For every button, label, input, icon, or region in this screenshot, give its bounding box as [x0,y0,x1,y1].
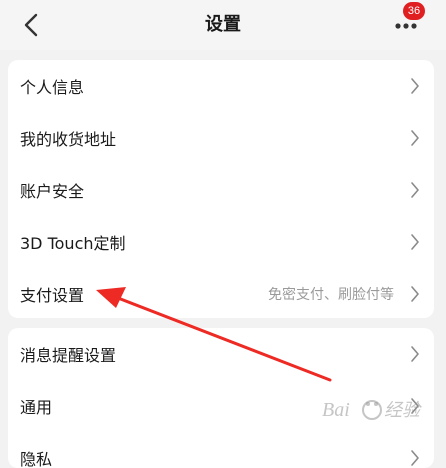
settings-item-label: 消息提醒设置 [20,346,117,365]
settings-item-notifications[interactable]: 消息提醒设置 [8,328,434,380]
settings-item-label: 隐私 [20,450,53,468]
settings-item-label: 通用 [20,398,53,417]
notification-badge: 36 [403,2,425,20]
settings-item-3d-touch[interactable]: 3D Touch定制 [8,216,434,268]
settings-item-payment[interactable]: 支付设置 免密支付、刷脸付等 [8,268,434,318]
settings-item-subtitle: 免密支付、刷脸付等 [268,287,394,303]
settings-item-account-security[interactable]: 账户安全 [8,164,434,216]
settings-item-label: 我的收货地址 [20,130,117,149]
chevron-right-icon [411,182,419,198]
chevron-right-icon [411,130,419,146]
settings-item-label: 支付设置 [20,286,85,305]
svg-text:经验: 经验 [384,400,422,420]
svg-text:Bai: Bai [322,399,350,421]
settings-group-account: 个人信息 我的收货地址 账户安全 3D Touch定制 支付设置 免密支付、刷脸… [8,60,434,318]
settings-item-label: 3D Touch定制 [20,234,126,253]
more-dots-icon [395,23,417,29]
chevron-right-icon [411,346,419,362]
nav-bar: 设置 36 [0,0,446,50]
page-title: 设置 [205,14,241,35]
chevron-right-icon [411,78,419,94]
settings-item-label: 个人信息 [20,78,85,97]
chevron-right-icon [411,286,419,302]
chevron-right-icon [411,234,419,250]
watermark-logo: Bai 经验 [320,390,440,440]
settings-item-label: 账户安全 [20,182,85,201]
settings-item-personal-info[interactable]: 个人信息 [8,60,434,112]
settings-item-shipping-address[interactable]: 我的收货地址 [8,112,434,164]
chevron-right-icon [411,450,419,466]
